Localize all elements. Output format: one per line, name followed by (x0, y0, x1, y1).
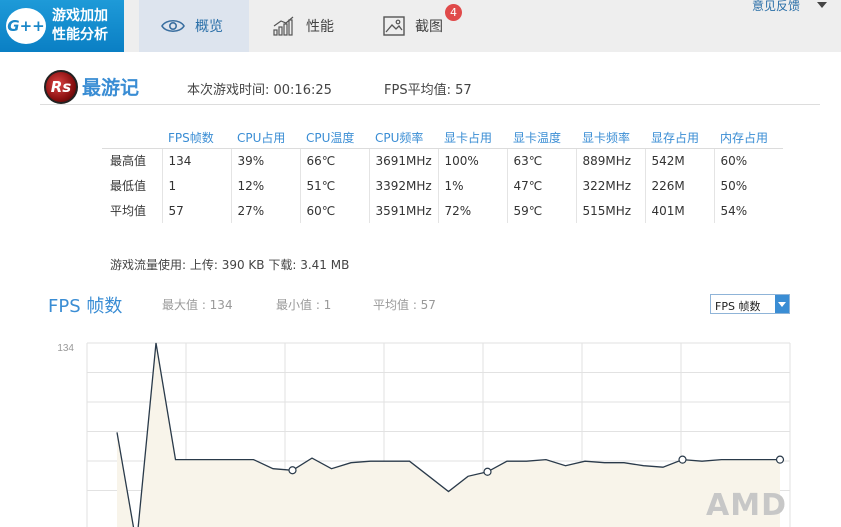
y-tick-label: 134 (57, 343, 74, 354)
table-row: 平均值 57 27% 60℃ 3591MHz 72% 59℃ 515MHz 40… (102, 198, 783, 223)
game-logo: Rs (44, 70, 78, 104)
corner-cell (102, 128, 162, 149)
table-cell: 889MHz (575, 148, 645, 173)
table-cell: 12% (230, 173, 300, 198)
table-cell: 66℃ (299, 148, 369, 173)
game-name: 最游记 (82, 77, 140, 99)
table-cell: 542M (644, 148, 714, 173)
fps-average: FPS平均值: 57 (384, 83, 472, 98)
tab-label: 概览 (195, 19, 223, 35)
app-logo: G++ 游戏加加 性能分析 (0, 0, 124, 52)
picture-icon (383, 16, 405, 36)
table-cell: 100% (437, 148, 507, 173)
bar-chart-icon (273, 16, 294, 36)
stats-table: FPS帧数 CPU占用 CPU温度 CPU频率 显卡占用 显卡温度 显卡频率 显… (102, 128, 783, 223)
chart-max: 最大值 : 134 (162, 298, 233, 312)
eye-icon (161, 19, 185, 33)
divider (40, 104, 820, 105)
table-cell: 54% (713, 198, 783, 223)
table-cell: 60% (713, 148, 783, 173)
chart-min: 最小值 : 1 (276, 298, 332, 312)
feedback-link[interactable]: 意见反馈 (752, 0, 800, 14)
chart-avg: 平均值 : 57 (373, 298, 436, 312)
table-cell: 322MHz (575, 173, 645, 198)
fps-point-marker (288, 466, 297, 475)
notification-badge: 4 (445, 4, 462, 21)
header-cell: CPU频率 (369, 128, 438, 149)
row-label: 最低值 (110, 179, 147, 193)
header-cell: 内存占用 (714, 128, 783, 149)
table-cell: 60℃ (299, 198, 369, 223)
fps-point-marker (483, 467, 492, 476)
table-cell: 401M (644, 198, 714, 223)
play-time: 本次游戏时间: 00:16:25 (187, 83, 332, 98)
table-cell: 51℃ (299, 173, 369, 198)
table-row: 最高值 134 39% 66℃ 3691MHz 100% 63℃ 889MHz … (102, 148, 783, 173)
header-cell: CPU温度 (300, 128, 369, 149)
table-cell: 3392MHz (368, 173, 438, 198)
table-cell: 1 (161, 173, 231, 198)
metric-select[interactable]: FPS 帧数 (710, 294, 790, 314)
fps-point-marker (678, 455, 687, 464)
metric-select-value: FPS 帧数 (715, 300, 761, 313)
fps-point-marker (775, 455, 785, 464)
table-cell: 39% (230, 148, 300, 173)
table-cell: 63℃ (506, 148, 576, 173)
table-cell: 47℃ (506, 173, 576, 198)
traffic-usage: 游戏流量使用: 上传: 390 KB 下载: 3.41 MB (110, 258, 350, 272)
header-cell: FPS帧数 (162, 128, 231, 149)
logo-line2: 性能分析 (52, 27, 108, 43)
table-cell: 1% (437, 173, 507, 198)
header-cell: 显卡温度 (507, 128, 576, 149)
header-cell: CPU占用 (231, 128, 300, 149)
header-cell: 显卡占用 (438, 128, 507, 149)
tab-label: 性能 (306, 19, 334, 35)
top-bar: G++ 游戏加加 性能分析 概览 性能 截图 4 意见反馈 (0, 0, 841, 52)
table-cell: 59℃ (506, 198, 576, 223)
table-cell: 134 (161, 148, 231, 173)
tab-overview[interactable]: 概览 (139, 0, 249, 52)
table-cell: 3591MHz (368, 198, 438, 223)
stats-header-row: FPS帧数 CPU占用 CPU温度 CPU频率 显卡占用 显卡温度 显卡频率 显… (102, 128, 783, 149)
table-cell: 226M (644, 173, 714, 198)
table-cell: 27% (230, 198, 300, 223)
amd-watermark: AMD (706, 488, 787, 523)
table-cell: 515MHz (575, 198, 645, 223)
logo-line1: 游戏加加 (52, 8, 108, 24)
tab-performance[interactable]: 性能 (250, 0, 360, 52)
logo-text: 游戏加加 性能分析 (52, 7, 108, 45)
logo-badge: G++ (6, 8, 46, 44)
header-cell: 显存占用 (645, 128, 714, 149)
row-label: 平均值 (110, 204, 147, 218)
chart-title: FPS 帧数 (48, 296, 123, 317)
table-cell: 57 (161, 198, 231, 223)
table-cell: 72% (437, 198, 507, 223)
header-cell: 显卡频率 (576, 128, 645, 149)
table-cell: 50% (713, 173, 783, 198)
tab-label: 截图 (415, 19, 443, 35)
row-label: 最高值 (110, 154, 147, 169)
chevron-down-icon[interactable] (775, 295, 789, 313)
table-cell: 3691MHz (368, 148, 438, 173)
table-row: 最低值 1 12% 51℃ 3392MHz 1% 47℃ 322MHz 226M… (102, 173, 783, 198)
chevron-down-icon[interactable] (817, 2, 827, 8)
